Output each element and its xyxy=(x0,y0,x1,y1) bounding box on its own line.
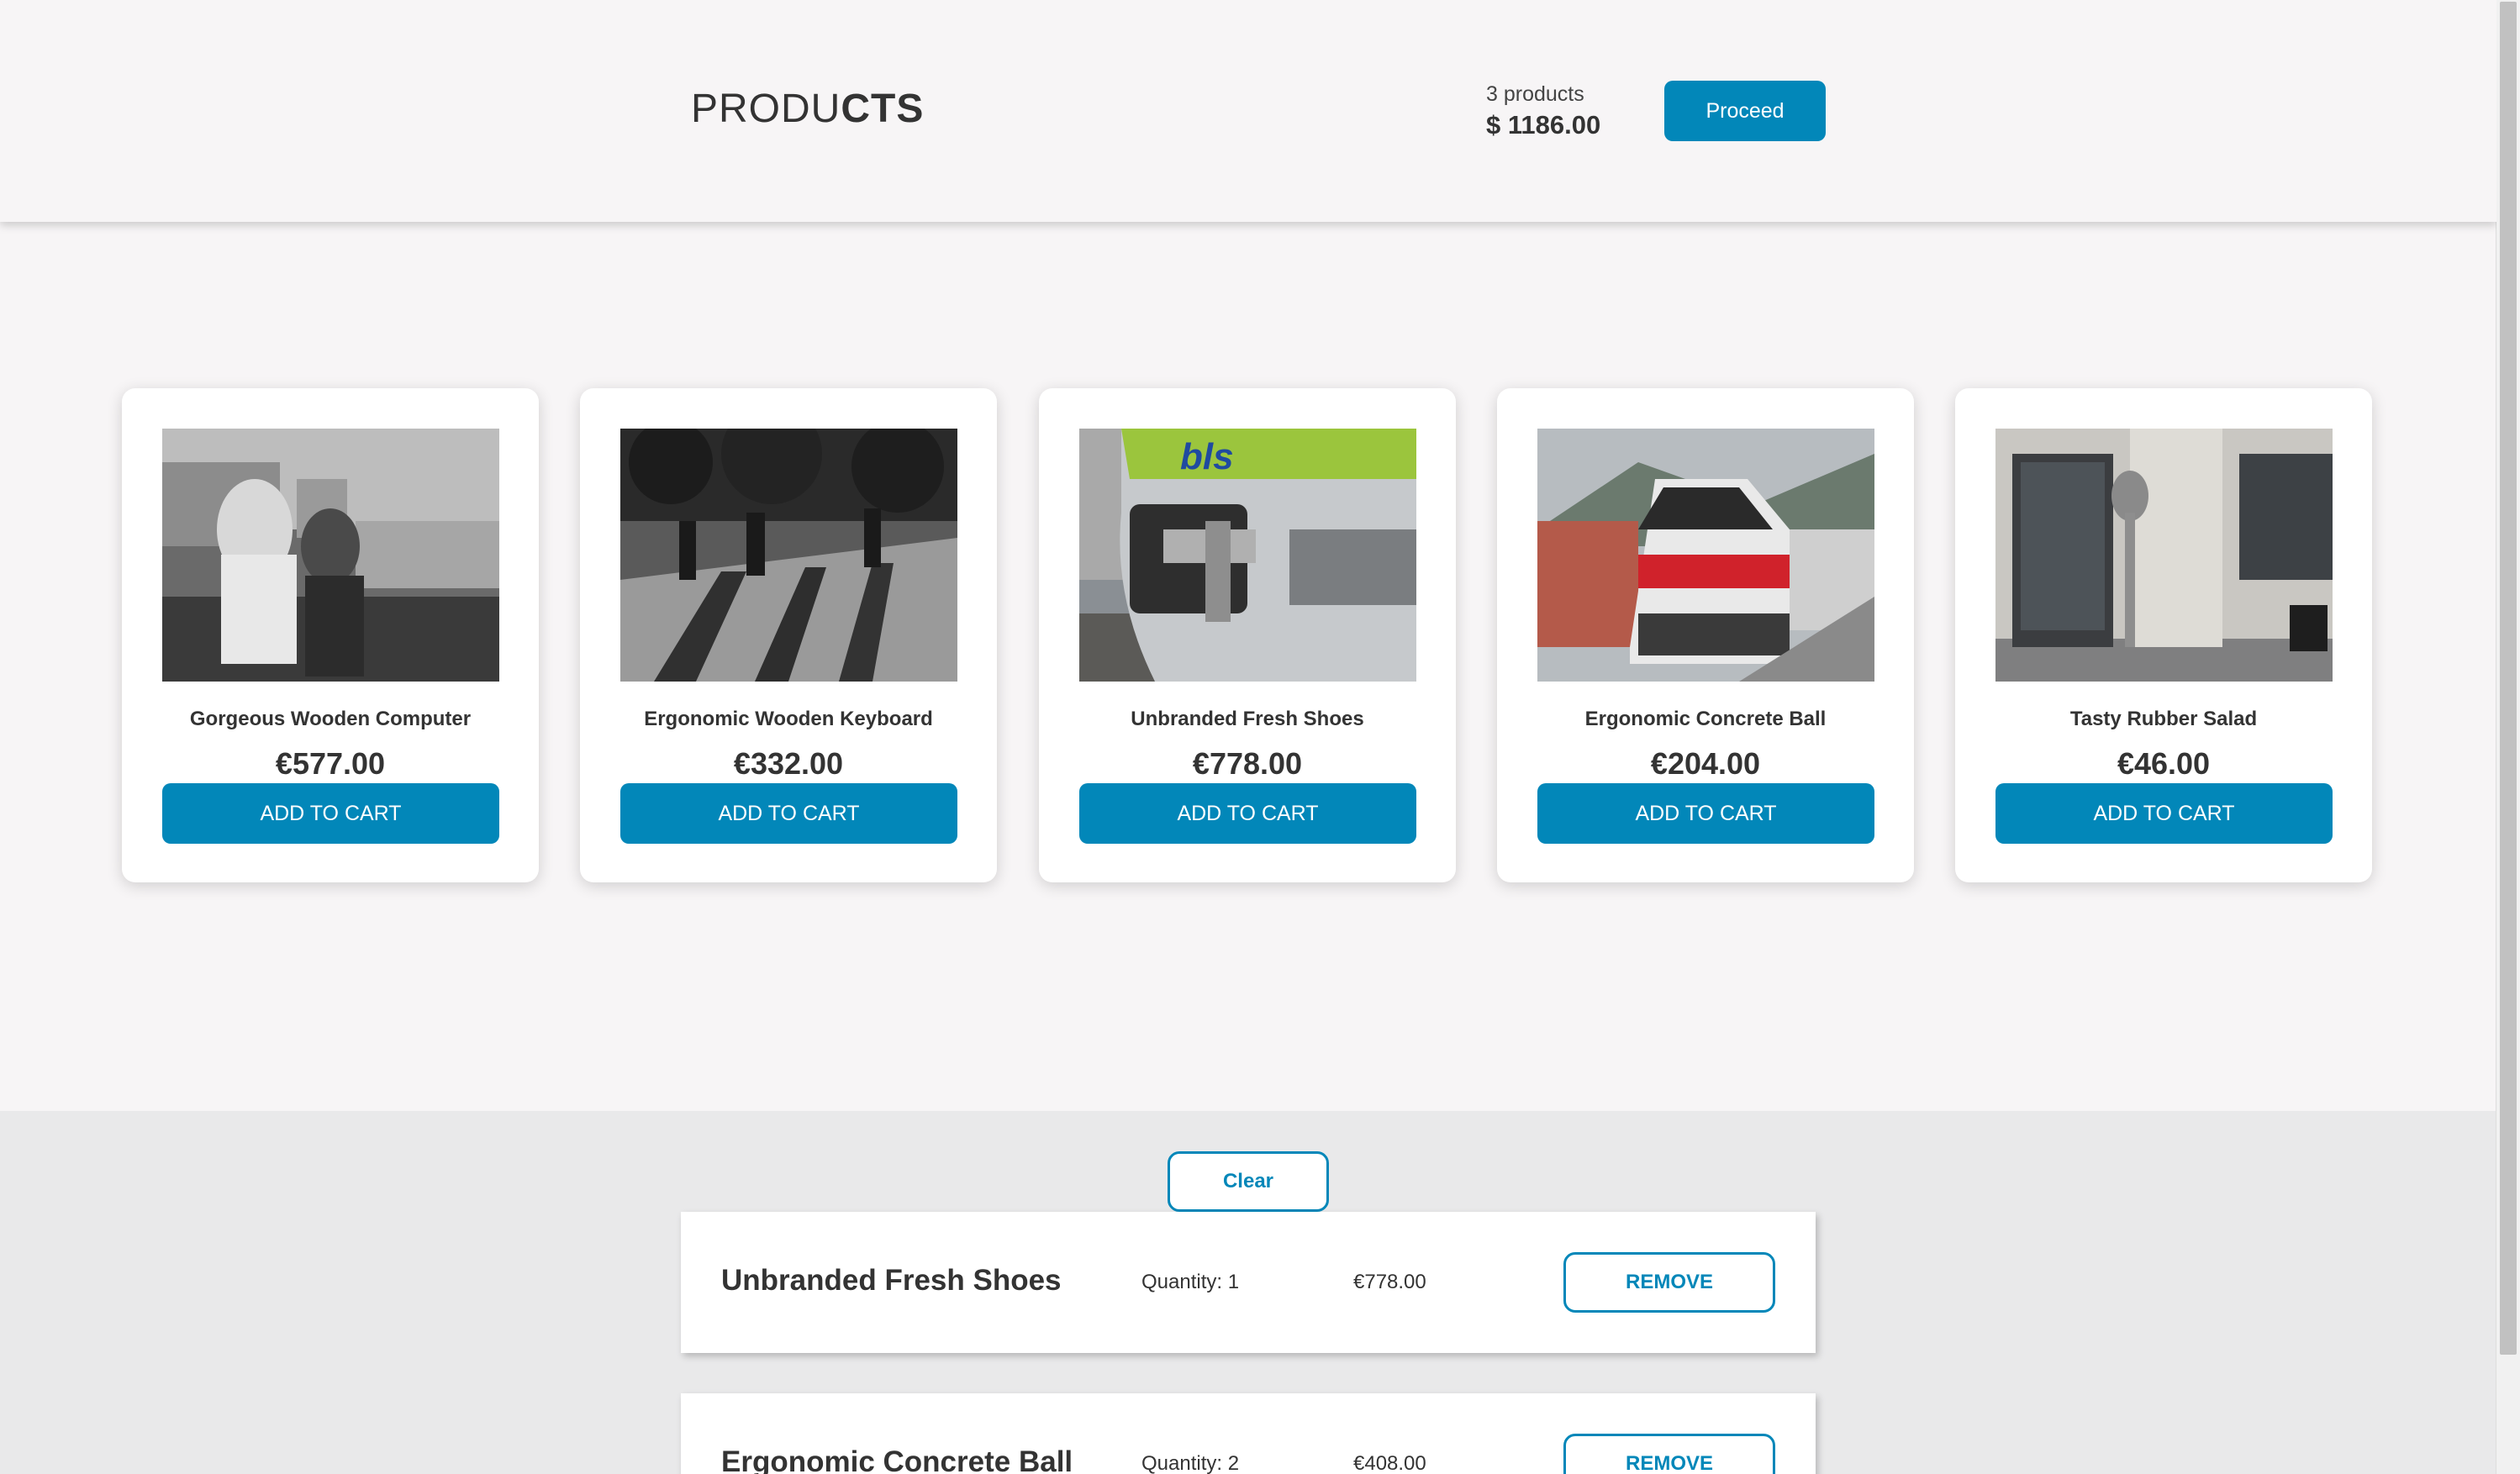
product-card: Ergonomic Wooden Keyboard €332.00 ADD TO… xyxy=(580,388,997,882)
brand-light: PRODU xyxy=(691,87,841,131)
svg-text:bls: bls xyxy=(1180,436,1234,477)
page-scrollbar[interactable] xyxy=(2496,0,2520,1474)
add-to-cart-button[interactable]: ADD TO CART xyxy=(1537,783,1874,844)
clear-cart-button[interactable]: Clear xyxy=(1168,1151,1329,1212)
scrollbar-thumb[interactable] xyxy=(2500,2,2517,1355)
cart-item: Unbranded Fresh Shoes Quantity: 1 €778.0… xyxy=(681,1212,1816,1353)
add-to-cart-button[interactable]: ADD TO CART xyxy=(1995,783,2333,844)
product-image: bls xyxy=(1079,429,1416,682)
remove-button[interactable]: REMOVE xyxy=(1563,1252,1775,1313)
cart-item-price: €778.00 xyxy=(1353,1271,1426,1293)
product-name: Ergonomic Wooden Keyboard xyxy=(644,708,933,730)
product-count: 3 products xyxy=(1486,82,1584,106)
product-price: €778.00 xyxy=(1192,746,1303,781)
header: PRODUCTS 3 products $ 1186.00 Proceed xyxy=(0,0,2496,222)
cart-item-name: Unbranded Fresh Shoes xyxy=(721,1264,1062,1297)
product-name: Gorgeous Wooden Computer xyxy=(189,708,472,730)
remove-button[interactable]: REMOVE xyxy=(1563,1434,1775,1474)
product-image xyxy=(1995,429,2333,682)
product-image xyxy=(1537,429,1874,682)
product-card: bls Unbranded Fresh Shoes €778.00 ADD TO… xyxy=(1039,388,1456,882)
product-image xyxy=(620,429,957,682)
product-price: €577.00 xyxy=(275,746,386,781)
product-price: €204.00 xyxy=(1650,746,1761,781)
cart-item: Ergonomic Concrete Ball Quantity: 2 €408… xyxy=(681,1393,1816,1474)
page: PRODUCTS 3 products $ 1186.00 Proceed Go… xyxy=(0,0,2496,1474)
brand-bold: CTS xyxy=(841,87,925,131)
cart-item-price: €408.00 xyxy=(1353,1452,1426,1474)
product-price: €46.00 xyxy=(2117,746,2211,781)
product-image xyxy=(162,429,499,682)
product-name: Unbranded Fresh Shoes xyxy=(1131,708,1364,730)
add-to-cart-button[interactable]: ADD TO CART xyxy=(1079,783,1416,844)
cart-summary: 3 products $ 1186.00 xyxy=(1486,82,1600,140)
product-card: Tasty Rubber Salad €46.00 ADD TO CART xyxy=(1955,388,2372,882)
add-to-cart-button[interactable]: ADD TO CART xyxy=(162,783,499,844)
product-card: Gorgeous Wooden Computer €577.00 ADD TO … xyxy=(122,388,539,882)
product-card: Ergonomic Concrete Ball €204.00 ADD TO C… xyxy=(1497,388,1914,882)
product-name: Tasty Rubber Salad xyxy=(2069,708,2258,730)
add-to-cart-button[interactable]: ADD TO CART xyxy=(620,783,957,844)
product-name: Ergonomic Concrete Ball xyxy=(1584,708,1827,730)
proceed-button[interactable]: Proceed xyxy=(1664,81,1826,141)
page-title: PRODUCTS xyxy=(691,86,924,132)
cart-section: Clear Unbranded Fresh Shoes Quantity: 1 … xyxy=(0,1111,2496,1474)
cart-item-quantity: Quantity: 1 xyxy=(1141,1271,1240,1293)
cart-item-name: Ergonomic Concrete Ball xyxy=(721,1445,1073,1474)
product-price: €332.00 xyxy=(733,746,844,781)
cart-total: $ 1186.00 xyxy=(1486,110,1601,140)
cart-item-quantity: Quantity: 2 xyxy=(1141,1452,1240,1474)
